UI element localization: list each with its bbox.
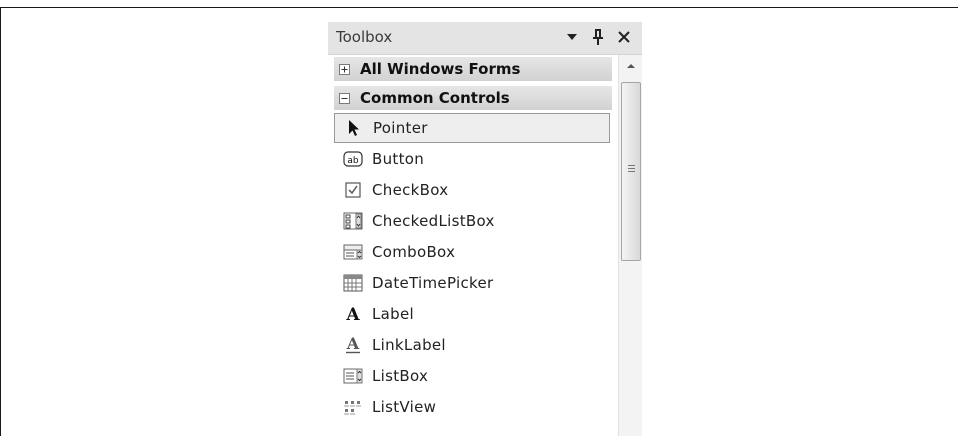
vertical-scrollbar[interactable]: [618, 55, 642, 436]
toolbox-item-datetimepicker[interactable]: DateTimePicker: [334, 268, 610, 298]
toolbox-list: All Windows Forms Common Controls Pointe…: [328, 55, 618, 436]
pointer-icon: [343, 117, 365, 139]
listview-icon: [342, 396, 364, 418]
datetimepicker-icon: [342, 272, 364, 294]
item-label: CheckBox: [372, 181, 449, 199]
frame-top-border: [0, 7, 958, 8]
linklabel-icon: A: [342, 334, 364, 356]
item-label: ComboBox: [372, 243, 456, 261]
toolbox-item-linklabel[interactable]: A LinkLabel: [334, 330, 610, 360]
frame-left-border: [0, 7, 1, 436]
toolbox-item-label[interactable]: A Label: [334, 299, 610, 329]
item-label: ListView: [372, 398, 437, 416]
checkedlistbox-icon: [342, 210, 364, 232]
item-label: ListBox: [372, 367, 429, 385]
close-icon[interactable]: [614, 26, 634, 48]
button-icon: ab: [342, 148, 364, 170]
pin-icon[interactable]: [588, 26, 608, 48]
dropdown-icon[interactable]: [562, 26, 582, 48]
item-label: Label: [372, 305, 414, 323]
svg-text:A: A: [346, 335, 360, 353]
scroll-thumb[interactable]: [621, 82, 641, 261]
svg-text:ab: ab: [347, 156, 359, 166]
item-label: Button: [372, 150, 425, 168]
toolbox-item-button[interactable]: ab Button: [334, 144, 610, 174]
item-label: Pointer: [373, 119, 428, 137]
toolbox-title: Toolbox: [336, 28, 393, 46]
category-common-controls[interactable]: Common Controls: [334, 86, 612, 110]
expand-icon[interactable]: [339, 63, 350, 75]
category-label: Common Controls: [360, 89, 510, 107]
toolbox-item-pointer[interactable]: Pointer: [334, 113, 610, 143]
category-label: All Windows Forms: [360, 60, 521, 78]
grip-icon: [628, 165, 635, 174]
category-all-windows-forms[interactable]: All Windows Forms: [334, 57, 612, 81]
toolbox-item-listbox[interactable]: ListBox: [334, 361, 610, 391]
toolbox-titlebar[interactable]: Toolbox: [328, 22, 642, 55]
scroll-up-icon[interactable]: [619, 55, 642, 77]
combobox-icon: [342, 241, 364, 263]
toolbox-item-checkbox[interactable]: CheckBox: [334, 175, 610, 205]
listbox-icon: [342, 365, 364, 387]
checkbox-icon: [342, 179, 364, 201]
toolbox-item-combobox[interactable]: ComboBox: [334, 237, 610, 267]
toolbox-item-checkedlistbox[interactable]: CheckedListBox: [334, 206, 610, 236]
item-label: CheckedListBox: [372, 212, 495, 230]
toolbox-window: Toolbox All Windows Forms Common Control…: [328, 22, 642, 436]
item-label: DateTimePicker: [372, 274, 494, 292]
item-label: LinkLabel: [372, 336, 446, 354]
toolbox-item-listview[interactable]: ListView: [334, 392, 610, 422]
svg-text:A: A: [345, 305, 360, 323]
label-icon: A: [342, 303, 364, 325]
collapse-icon[interactable]: [339, 92, 350, 104]
